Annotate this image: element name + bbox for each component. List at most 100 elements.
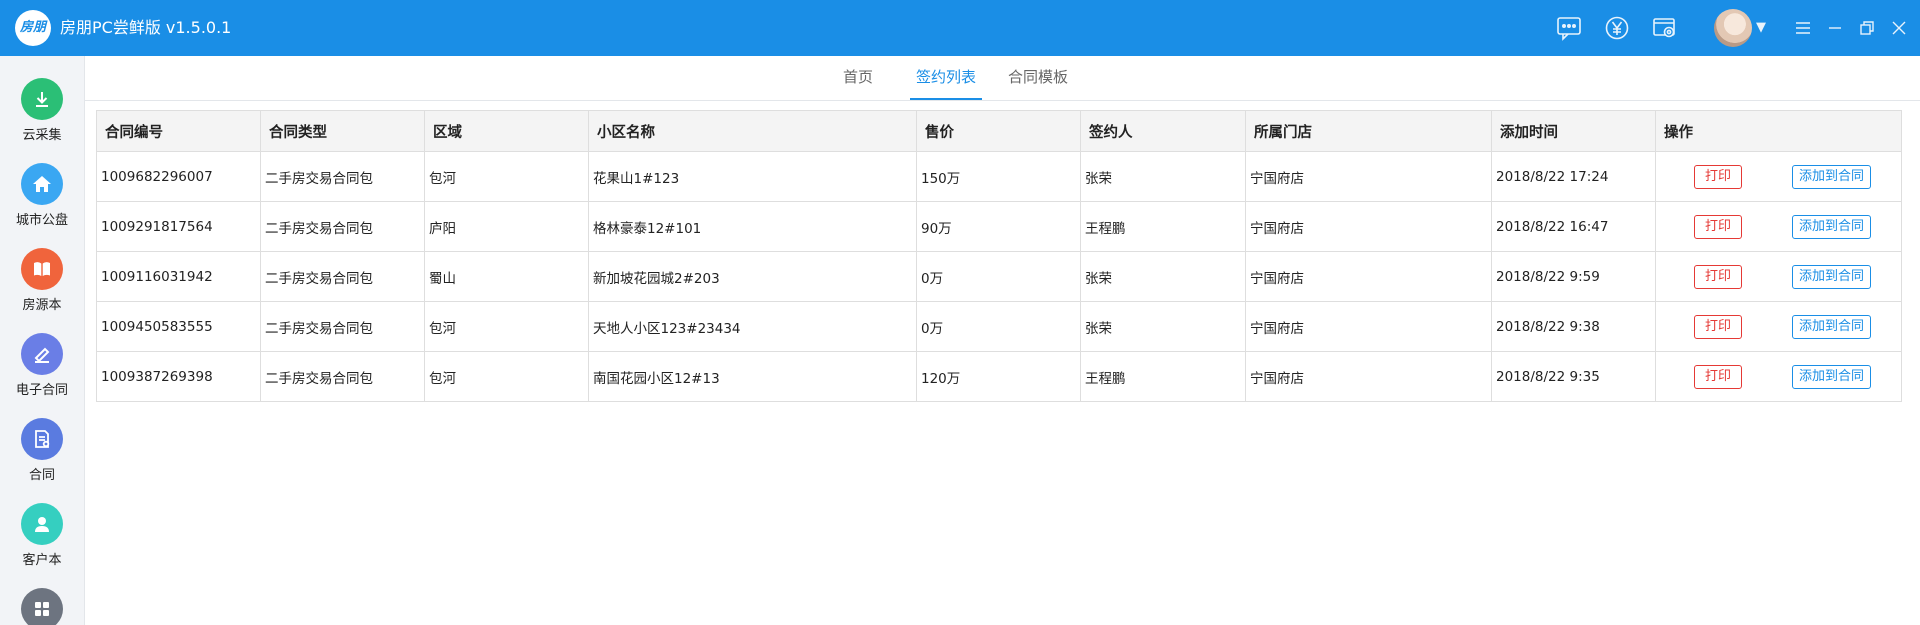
cell-contract-type: 二手房交易合同包 — [260, 151, 425, 202]
sidebar-item-cloud-collect[interactable]: 云采集 — [0, 78, 84, 143]
sidebar-item-label: 电子合同 — [15, 383, 68, 398]
minimize-icon[interactable] — [1821, 14, 1849, 42]
cell-contract-type: 二手房交易合同包 — [260, 301, 425, 352]
tab-home[interactable]: 首页 — [843, 56, 873, 100]
cell-community: 南国花园小区12#13 — [588, 351, 917, 402]
sidebar-item-label: 云采集 — [22, 128, 62, 143]
cell-price: 90万 — [916, 201, 1081, 252]
cell-contract-no: 1009116031942 — [96, 251, 261, 302]
cell-community: 新加坡花园城2#203 — [588, 251, 917, 302]
title-bar: 房朋 房朋PC尝鲜版 v1.5.0.1 ▼ — [0, 0, 1920, 56]
cell-actions: 打印 添加到合同 — [1655, 201, 1902, 252]
sidebar-item-apps[interactable] — [0, 588, 84, 625]
app-logo: 房朋 — [15, 10, 51, 46]
header-store: 所属门店 — [1245, 110, 1492, 152]
table-row: 1009682296007 二手房交易合同包 包河 花果山1#123 150万 张荣 宁国府… — [96, 151, 1902, 202]
table-row: 1009291817564 二手房交易合同包 庐阳 格林豪泰12#101 90万 王程鹏宁… — [96, 201, 1902, 252]
cell-contract-type: 二手房交易合同包 — [260, 201, 425, 252]
sidebar-item-listing-book[interactable]: 房源本 — [0, 248, 84, 313]
cell-store: 宁国府店 — [1245, 251, 1492, 302]
chevron-down-icon[interactable]: ▼ — [1756, 20, 1766, 35]
cell-district: 蜀山 — [424, 251, 589, 302]
table-row: 1009387269398 二手房交易合同包 包河 南国花园小区12#13 120万 王程… — [96, 351, 1902, 402]
sidebar-item-contract[interactable]: 合同 — [0, 418, 84, 483]
header-contract-type: 合同类型 — [260, 110, 425, 152]
add-to-contract-button[interactable]: 添加到合同 — [1792, 264, 1872, 289]
cell-actions: 打印 添加到合同 — [1655, 351, 1902, 402]
header-actions: 操作 — [1655, 110, 1902, 152]
tab-sign-list[interactable]: 签约列表 — [910, 56, 983, 100]
print-button[interactable]: 打印 — [1694, 314, 1743, 339]
avatar[interactable] — [1714, 9, 1752, 47]
close-icon[interactable] — [1885, 14, 1913, 42]
cell-actions: 打印 添加到合同 — [1655, 251, 1902, 302]
cell-community: 花果山1#123 — [588, 151, 917, 202]
cell-district: 包河 — [424, 351, 589, 402]
cell-contract-type: 二手房交易合同包 — [260, 351, 425, 402]
cell-store: 宁国府店 — [1245, 301, 1492, 352]
cell-added-time: 2018/8/22 9:59 — [1491, 251, 1656, 302]
cell-district: 庐阳 — [424, 201, 589, 252]
cell-signer: 王程鹏 — [1080, 351, 1246, 402]
sidebar-item-label: 房源本 — [22, 298, 62, 313]
pen-icon — [21, 333, 63, 375]
cell-price: 0万 — [916, 251, 1081, 302]
sidebar-item-city-pool[interactable]: 城市公盘 — [0, 163, 84, 228]
message-icon[interactable] — [1554, 13, 1584, 43]
header-contract-no: 合同编号 — [96, 110, 261, 152]
sign-list-table: 合同编号 合同类型 区域 小区名称 售价 签约人 所属门店 添加时间 操作 10… — [96, 110, 1902, 402]
app-title: 房朋PC尝鲜版 v1.5.0.1 — [60, 18, 232, 37]
sidebar-item-customer-book[interactable]: 客户本 — [0, 503, 84, 568]
document-icon — [21, 418, 63, 460]
sidebar-item-label: 城市公盘 — [15, 213, 68, 228]
restore-icon[interactable] — [1853, 14, 1881, 42]
header-price: 售价 — [916, 110, 1081, 152]
cell-added-time: 2018/8/22 17:24 — [1491, 151, 1656, 202]
cell-store: 宁国府店 — [1245, 351, 1492, 402]
cell-community: 天地人小区123#23434 — [588, 301, 917, 352]
add-to-contract-button[interactable]: 添加到合同 — [1792, 164, 1872, 189]
print-button[interactable]: 打印 — [1694, 364, 1743, 389]
cell-contract-type: 二手房交易合同包 — [260, 251, 425, 302]
menu-icon[interactable] — [1789, 14, 1817, 42]
print-button[interactable]: 打印 — [1694, 164, 1743, 189]
cell-actions: 打印 添加到合同 — [1655, 301, 1902, 352]
settings-icon[interactable] — [1650, 13, 1680, 43]
tab-bar: 首页 签约列表 合同模板 — [85, 56, 1920, 101]
header-added-time: 添加时间 — [1491, 110, 1656, 152]
add-to-contract-button[interactable]: 添加到合同 — [1792, 314, 1872, 339]
header-community: 小区名称 — [588, 110, 917, 152]
cell-store: 宁国府店 — [1245, 151, 1492, 202]
table-row: 1009450583555 二手房交易合同包 包河 天地人小区123#23434 0万张… — [96, 301, 1902, 352]
print-button[interactable]: 打印 — [1694, 264, 1743, 289]
cell-signer: 王程鹏 — [1080, 201, 1246, 252]
cell-district: 包河 — [424, 301, 589, 352]
cell-added-time: 2018/8/22 9:38 — [1491, 301, 1656, 352]
sidebar: 云采集 城市公盘 房源本 电子合同 合同 客户本 — [0, 56, 85, 625]
print-button[interactable]: 打印 — [1694, 214, 1743, 239]
cell-contract-no: 1009450583555 — [96, 301, 261, 352]
people-icon — [21, 503, 63, 545]
cell-added-time: 2018/8/22 16:47 — [1491, 201, 1656, 252]
add-to-contract-button[interactable]: 添加到合同 — [1792, 214, 1872, 239]
book-icon — [21, 248, 63, 290]
cell-signer: 张荣 — [1080, 251, 1246, 302]
apps-icon — [21, 588, 63, 625]
cell-price: 120万 — [916, 351, 1081, 402]
cell-signer: 张荣 — [1080, 301, 1246, 352]
cell-contract-no: 1009387269398 — [96, 351, 261, 402]
table-row: 1009116031942 二手房交易合同包 蜀山 新加坡花园城2#203 0万 张荣 宁国… — [96, 251, 1902, 302]
add-to-contract-button[interactable]: 添加到合同 — [1792, 364, 1872, 389]
header-signer: 签约人 — [1080, 110, 1246, 152]
sidebar-item-label: 客户本 — [22, 553, 62, 568]
yen-icon[interactable] — [1602, 13, 1632, 43]
cell-added-time: 2018/8/22 9:35 — [1491, 351, 1656, 402]
cell-signer: 张荣 — [1080, 151, 1246, 202]
header-district: 区域 — [424, 110, 589, 152]
cell-contract-no: 1009682296007 — [96, 151, 261, 202]
sidebar-item-e-contract[interactable]: 电子合同 — [0, 333, 84, 398]
sidebar-item-label: 合同 — [28, 468, 55, 483]
cell-community: 格林豪泰12#101 — [588, 201, 917, 252]
cell-price: 150万 — [916, 151, 1081, 202]
tab-contract-template[interactable]: 合同模板 — [1008, 56, 1068, 100]
